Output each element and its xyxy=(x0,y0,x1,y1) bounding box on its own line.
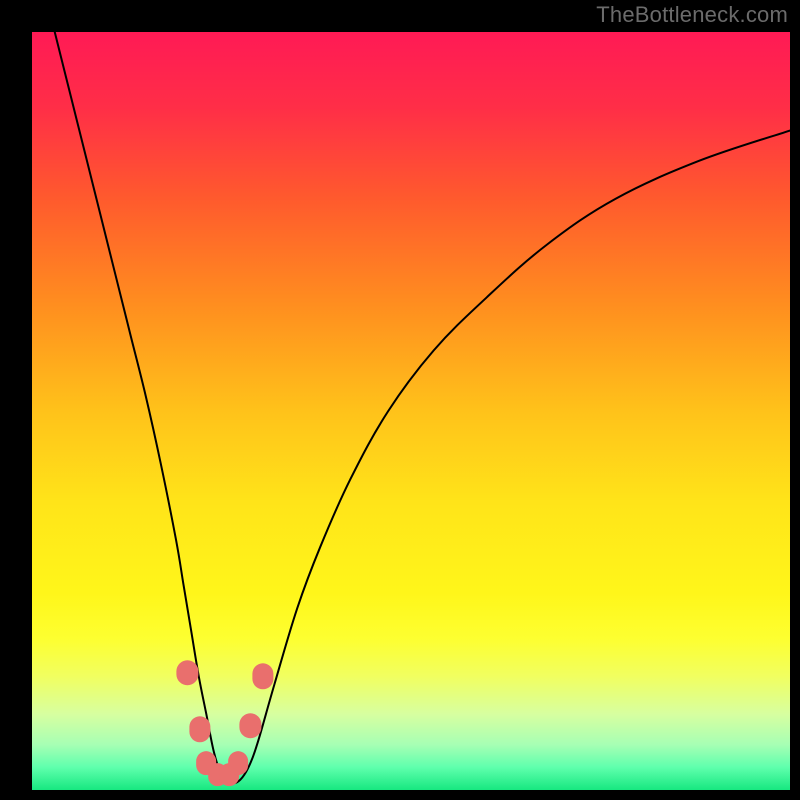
watermark-text: TheBottleneck.com xyxy=(596,2,788,28)
curve-marker xyxy=(240,713,261,738)
chart-frame: TheBottleneck.com xyxy=(0,0,800,800)
curve-marker xyxy=(253,664,274,689)
marker-layer xyxy=(32,32,790,790)
curve-marker xyxy=(228,752,248,776)
plot-area xyxy=(32,32,790,790)
curve-marker xyxy=(177,660,198,685)
curve-marker xyxy=(190,717,211,742)
